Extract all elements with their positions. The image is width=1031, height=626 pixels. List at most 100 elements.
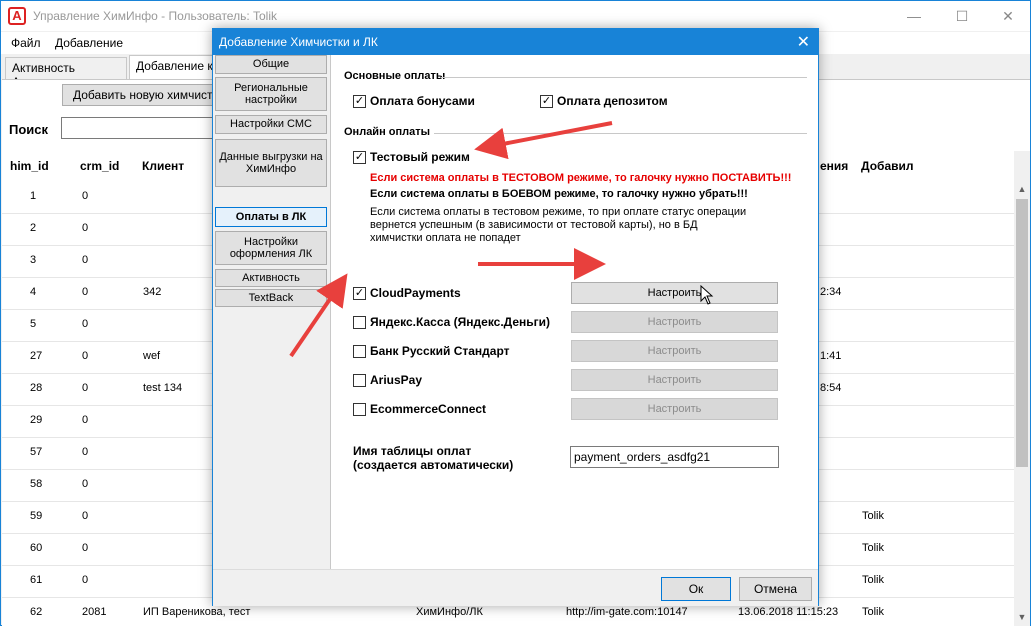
provider-label: AriusPay: [370, 373, 423, 387]
provider-label: Банк Русский Стандарт: [370, 344, 510, 358]
add-cleaner-dialog: Добавление Химчистки и ЛК ✕ Общие Регион…: [212, 28, 819, 606]
table-cell-him-id: 62: [30, 606, 43, 618]
table-cell-him-id: 28: [30, 382, 43, 394]
provider-cloudpayments-checkbox[interactable]: ✓ CloudPayments: [353, 286, 461, 300]
dialog-footer: Ок Отмена: [213, 569, 818, 606]
col-client[interactable]: Клиент: [142, 159, 184, 173]
sidebar-item-export[interactable]: Данные выгрузки на ХимИнфо: [215, 139, 327, 187]
title-bar: A Управление ХимИнфо - Пользователь: Tol…: [1, 1, 1030, 31]
checkbox-box: [353, 315, 366, 329]
menu-add[interactable]: Добавление: [55, 36, 123, 50]
table-cell-crm-id: 0: [82, 542, 89, 554]
table-cell-date: 13.06.2018 11:15:23: [738, 606, 839, 618]
table-cell-crm-id: 0: [82, 478, 89, 490]
col-date[interactable]: ения: [820, 159, 848, 173]
table-cell-url: http://im-gate.com:10147: [566, 606, 688, 618]
window-title: Управление ХимИнфо - Пользователь: Tolik: [33, 9, 278, 23]
provider-yandex-checkbox[interactable]: Яндекс.Касса (Яндекс.Деньги): [353, 315, 550, 329]
provider-ariuspay-checkbox[interactable]: AriusPay: [353, 373, 422, 387]
cloudpayments-configure-button[interactable]: Настроить: [571, 282, 778, 304]
sidebar-item-payments[interactable]: Оплаты в ЛК: [215, 207, 327, 227]
tab-agents-activity[interactable]: Активность Агентов: [5, 57, 127, 89]
provider-russian-standard-checkbox[interactable]: Банк Русский Стандарт: [353, 344, 510, 358]
scroll-down-icon[interactable]: ▼: [1014, 609, 1030, 625]
provider-ecommerceconnect-checkbox[interactable]: EcommerceConnect: [353, 402, 486, 416]
sidebar-item-sms[interactable]: Настройки СМС: [215, 115, 327, 134]
scroll-up-icon[interactable]: ▲: [1014, 181, 1030, 197]
col-him-id[interactable]: him_id: [10, 159, 49, 173]
sidebar-item-activity[interactable]: Активность: [215, 269, 327, 287]
table-cell-him-id: 29: [30, 414, 43, 426]
yandex-configure-button[interactable]: Настроить: [571, 311, 778, 333]
live-mode-warning: Если система оплаты в БОЕВОМ режиме, то …: [370, 188, 748, 200]
cancel-button[interactable]: Отмена: [739, 577, 812, 601]
table-cell-him-id: 1: [30, 190, 37, 202]
payments-table-label: Имя таблицы оплат (создается автоматичес…: [353, 444, 513, 472]
checkbox-box: [353, 373, 366, 387]
pay-deposit-checkbox[interactable]: ✓ Оплата депозитом: [540, 94, 668, 108]
payments-table-label-line2: (создается автоматически): [353, 458, 514, 472]
ok-button[interactable]: Ок: [661, 577, 731, 601]
payments-panel: Основные оплаты ✓ Оплата бонусами ✓ Опла…: [330, 55, 818, 569]
sidebar-item-textback[interactable]: TextBack: [215, 289, 327, 307]
search-label: Поиск: [9, 122, 49, 137]
table-cell-him-id: 60: [30, 542, 43, 554]
payments-table-name-input[interactable]: payment_orders_asdfg21: [570, 446, 779, 468]
dialog-sidebar: Общие Региональные настройки Настройки С…: [213, 55, 330, 569]
table-cell-him-id: 3: [30, 254, 37, 266]
table-cell-him-id: 58: [30, 478, 43, 490]
maximize-button[interactable]: ☐: [939, 1, 985, 31]
checkmark-icon: ✓: [353, 286, 366, 300]
table-cell-extra: ХимИнфо/ЛК: [416, 606, 483, 618]
table-cell-crm-id: 2081: [82, 606, 107, 618]
checkmark-icon: ✓: [353, 150, 366, 164]
table-cell-him-id: 27: [30, 350, 43, 362]
table-cell-him-id: 5: [30, 318, 37, 330]
ariuspay-configure-button[interactable]: Настроить: [571, 369, 778, 391]
russian-standard-configure-button[interactable]: Настроить: [571, 340, 778, 362]
checkbox-box: [353, 344, 366, 358]
provider-label: CloudPayments: [370, 286, 461, 300]
pay-deposit-label: Оплата депозитом: [557, 94, 668, 108]
dialog-close-icon[interactable]: ✕: [797, 32, 810, 52]
table-cell-date: 8:54: [820, 382, 842, 394]
close-button[interactable]: ✕: [985, 1, 1031, 31]
pay-bonus-checkbox[interactable]: ✓ Оплата бонусами: [353, 94, 475, 108]
sidebar-item-general[interactable]: Общие: [215, 55, 327, 74]
table-cell-added: Tolik: [862, 574, 885, 586]
table-cell-date: 1:41: [820, 350, 842, 362]
test-mode-warning: Если система оплаты в ТЕСТОВОМ режиме, т…: [370, 172, 792, 184]
separator: [441, 77, 807, 78]
table-cell-him-id: 57: [30, 446, 43, 458]
menu-file[interactable]: Файл: [11, 36, 41, 50]
table-cell-him-id: 4: [30, 286, 37, 298]
col-added-by[interactable]: Добавил: [861, 159, 914, 173]
table-cell-crm-id: 0: [82, 350, 89, 362]
pay-bonus-label: Оплата бонусами: [370, 94, 475, 108]
minimize-button[interactable]: —: [891, 1, 937, 31]
basic-payments-title: Основные оплаты: [344, 70, 446, 82]
dialog-title: Добавление Химчистки и ЛК: [219, 35, 378, 49]
table-cell-client: wef: [143, 350, 161, 362]
dialog-title-bar: Добавление Химчистки и ЛК ✕: [213, 29, 818, 55]
app-logo-icon: A: [8, 7, 26, 25]
sidebar-item-regional[interactable]: Региональные настройки: [215, 77, 327, 111]
table-cell-added: Tolik: [862, 606, 885, 618]
table-cell-client: ИП Вареникова, тест: [143, 606, 251, 618]
table-cell-crm-id: 0: [82, 190, 89, 202]
online-payments-title: Онлайн оплаты: [344, 126, 431, 138]
sidebar-item-design[interactable]: Настройки оформления ЛК: [215, 231, 327, 265]
table-cell-crm-id: 0: [82, 286, 89, 298]
separator: [434, 133, 807, 134]
grid-scrollbar[interactable]: ▲ ▼: [1014, 181, 1030, 626]
tab-add[interactable]: Добавление к: [129, 55, 219, 79]
table-cell-client: 342: [143, 286, 162, 298]
table-cell-crm-id: 0: [82, 222, 89, 234]
scroll-thumb[interactable]: [1016, 199, 1028, 467]
table-cell-added: Tolik: [862, 542, 885, 554]
col-crm-id[interactable]: crm_id: [80, 159, 119, 173]
test-mode-checkbox[interactable]: ✓ Тестовый режим: [353, 150, 470, 164]
checkbox-box: [353, 402, 366, 416]
payments-table-label-line1: Имя таблицы оплат: [353, 444, 472, 458]
ecommerceconnect-configure-button[interactable]: Настроить: [571, 398, 778, 420]
